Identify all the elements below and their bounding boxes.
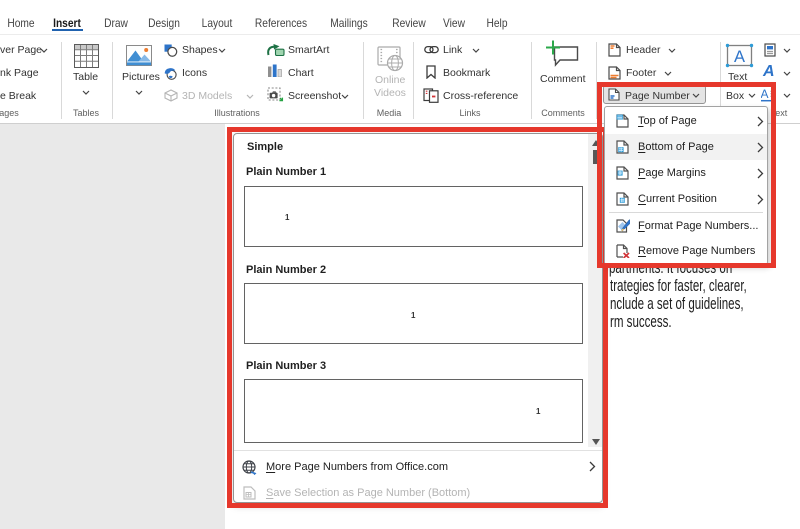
svg-text:A: A bbox=[734, 48, 745, 66]
